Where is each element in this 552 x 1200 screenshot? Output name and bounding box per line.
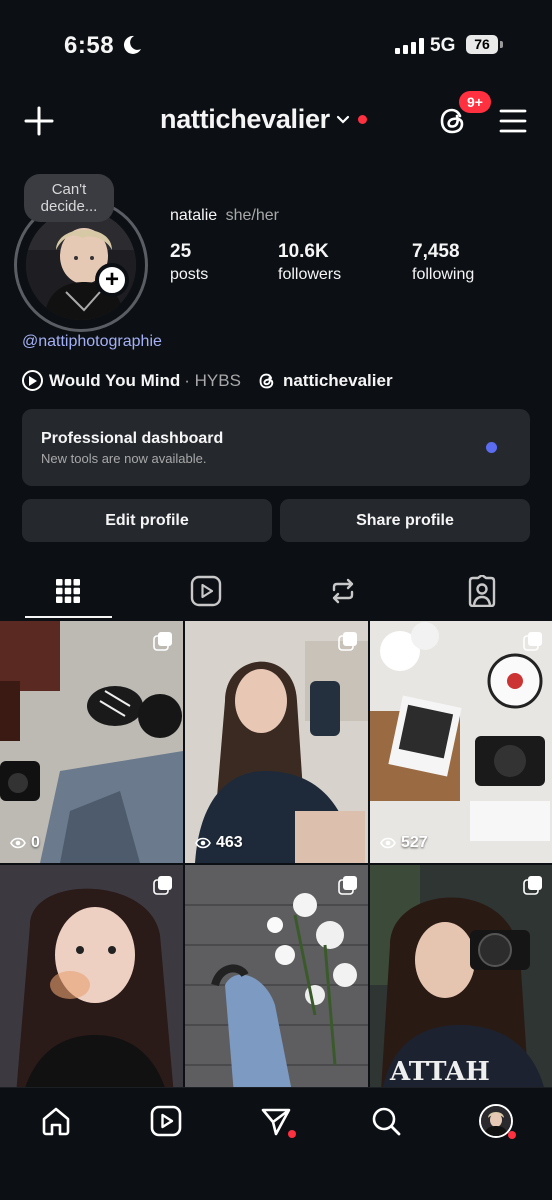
tab-reels[interactable]	[186, 571, 226, 611]
multi-photo-icon	[523, 876, 542, 895]
moon-icon	[123, 35, 141, 54]
tagged-icon	[468, 575, 496, 607]
dashboard-title: Professional dashboard	[41, 430, 224, 447]
account-switcher[interactable]: nattichevalier	[160, 104, 367, 135]
posts-grid: 0 463 527 ATTAH	[0, 621, 552, 1087]
dashboard-subtitle: New tools are now available.	[41, 451, 207, 466]
svg-text:ATTAH: ATTAH	[389, 1057, 490, 1087]
post-thumbnail[interactable]: 463	[185, 621, 368, 863]
post-thumbnail[interactable]	[185, 865, 368, 1087]
nav-search[interactable]	[368, 1103, 404, 1139]
repost-icon	[332, 578, 354, 604]
tab-tagged[interactable]	[462, 571, 502, 611]
messages-unread-dot	[288, 1130, 296, 1138]
post-photo	[185, 621, 368, 863]
status-bar: 6:58 5G 76	[0, 0, 552, 90]
tab-grid[interactable]	[48, 571, 88, 611]
reels-icon	[150, 1105, 182, 1137]
post-thumbnail[interactable]: ATTAH	[370, 865, 552, 1087]
dashboard-new-dot	[486, 442, 497, 453]
top-nav: nattichevalier 9+	[0, 90, 552, 154]
threads-small-icon	[259, 373, 274, 388]
music-row[interactable]: Would You Mind · HYBS nattichevalier	[22, 370, 393, 391]
profile-username: nattichevalier	[160, 104, 330, 134]
posts-stat[interactable]: 25 posts	[170, 241, 208, 284]
profile-name-line: natalie she/her	[170, 207, 279, 225]
battery-tip	[500, 41, 503, 48]
multi-photo-icon	[523, 632, 542, 651]
posts-label: posts	[170, 266, 209, 283]
following-count: 7,458	[412, 241, 460, 262]
followers-label: followers	[278, 266, 342, 283]
nav-reels[interactable]	[148, 1103, 184, 1139]
post-photo	[0, 865, 183, 1087]
grid-icon	[56, 579, 80, 603]
post-photo	[370, 621, 552, 863]
profile-note-bubble[interactable]: Can't decide...	[24, 174, 114, 222]
post-view-count: 527	[401, 834, 428, 851]
reels-icon	[190, 575, 222, 607]
following-stat[interactable]: 7,458 following	[412, 241, 474, 284]
home-icon	[42, 1107, 70, 1136]
create-plus-icon[interactable]	[22, 104, 56, 138]
notification-badge: 9+	[459, 91, 491, 113]
song-title: Would You Mind	[49, 370, 181, 390]
edit-profile-button[interactable]: Edit profile	[22, 499, 272, 542]
status-time: 6:58	[64, 32, 115, 59]
followers-count: 10.6K	[278, 241, 329, 262]
signal-icon	[395, 38, 424, 54]
multi-photo-icon	[338, 632, 357, 651]
nav-messages[interactable]	[258, 1103, 296, 1139]
professional-dashboard[interactable]: Professional dashboard New tools are now…	[22, 409, 530, 486]
threads-handle[interactable]: nattichevalier	[283, 371, 393, 391]
share-profile-button[interactable]: Share profile	[280, 499, 530, 542]
multi-photo-icon	[338, 876, 357, 895]
post-photo: ATTAH	[370, 865, 552, 1087]
multi-photo-icon	[153, 632, 172, 651]
active-tab-indicator	[25, 616, 112, 618]
song-artist: · HYBS	[184, 370, 241, 390]
play-icon	[22, 370, 43, 391]
post-view-count: 463	[216, 834, 243, 851]
menu-icon[interactable]	[498, 107, 528, 135]
profile-notification-dot	[508, 1131, 516, 1139]
post-views: 463	[195, 834, 243, 852]
eye-icon	[195, 837, 211, 849]
post-photo	[185, 865, 368, 1087]
tab-reposts[interactable]	[323, 571, 363, 611]
profile-pronouns: she/her	[225, 207, 279, 224]
eye-icon	[380, 837, 396, 849]
unread-dot	[357, 115, 367, 124]
posts-count: 25	[170, 241, 192, 262]
multi-photo-icon	[153, 876, 172, 895]
followers-stat[interactable]: 10.6K followers	[278, 241, 341, 284]
post-thumbnail[interactable]: 0	[0, 621, 183, 863]
nav-profile[interactable]	[478, 1103, 516, 1139]
post-view-count: 0	[31, 834, 40, 851]
post-views: 527	[380, 834, 428, 852]
battery-icon: 76	[466, 35, 498, 54]
profile-link[interactable]: @nattiphotographie	[22, 333, 162, 351]
nav-home[interactable]	[38, 1103, 74, 1139]
post-photo	[0, 621, 183, 863]
following-label: following	[412, 266, 475, 283]
post-thumbnail[interactable]	[0, 865, 183, 1087]
search-icon	[372, 1107, 401, 1136]
network-type: 5G	[430, 35, 456, 56]
profile-tabs	[0, 565, 552, 621]
chevron-down-icon	[336, 115, 349, 124]
eye-icon	[10, 837, 26, 849]
add-story-button[interactable]: +	[95, 263, 129, 297]
profile-display-name: natalie	[170, 207, 218, 224]
bottom-nav	[0, 1087, 552, 1200]
post-thumbnail[interactable]: 527	[370, 621, 552, 863]
post-views: 0	[10, 834, 40, 852]
